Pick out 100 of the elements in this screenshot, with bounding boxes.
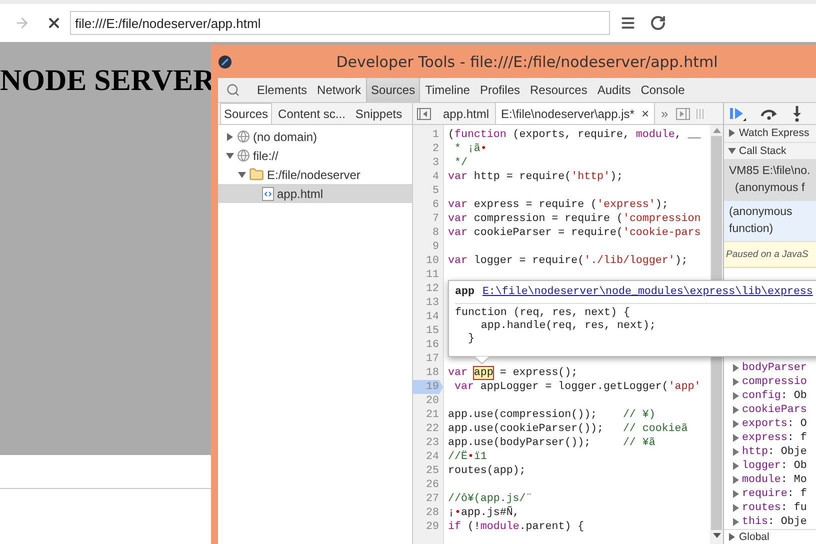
line-number: 5 bbox=[432, 184, 440, 198]
reload-icon[interactable] bbox=[650, 15, 666, 31]
line-number: 26 bbox=[425, 478, 440, 492]
line-number: 4 bbox=[432, 170, 440, 184]
line-number: 24 bbox=[425, 450, 440, 464]
drag-handle-icon[interactable] bbox=[696, 108, 704, 120]
line-number: 17 bbox=[425, 352, 440, 366]
line-number: 10 bbox=[425, 254, 440, 268]
section-header[interactable]: Global bbox=[724, 529, 816, 544]
navigator-tab[interactable]: Sources bbox=[220, 103, 272, 124]
globe-icon bbox=[237, 149, 250, 162]
navigator-tab[interactable]: Content sc... bbox=[274, 103, 350, 124]
tree-item[interactable]: (no domain) bbox=[218, 127, 412, 146]
line-number: 1 bbox=[432, 128, 440, 142]
scroll-up-icon[interactable] bbox=[712, 128, 720, 133]
code-line: var compression = require ('compression bbox=[448, 213, 701, 225]
disclosure-triangle-icon[interactable] bbox=[226, 132, 234, 140]
disclosure-triangle-icon[interactable] bbox=[728, 146, 736, 155]
code-line: ¡•app.js#Ñ, bbox=[448, 507, 520, 519]
line-number: 18 bbox=[425, 366, 440, 380]
line-number: 2 bbox=[432, 142, 440, 156]
line-number: 13 bbox=[425, 296, 440, 310]
tooltip-code-line: } bbox=[466, 333, 476, 346]
toggle-debugger-icon[interactable] bbox=[676, 108, 690, 120]
line-number: 27 bbox=[425, 492, 440, 506]
line-number: 14 bbox=[425, 310, 440, 324]
panel-tab[interactable]: Timeline bbox=[420, 78, 475, 102]
line-number: 22 bbox=[425, 422, 440, 436]
line-number: 23 bbox=[425, 436, 440, 450]
scope-variable[interactable]: compressio bbox=[724, 375, 816, 389]
panel-tab[interactable]: Audits bbox=[592, 78, 636, 102]
disclosure-triangle-icon[interactable] bbox=[728, 129, 736, 138]
more-tabs-button[interactable]: » bbox=[661, 106, 668, 121]
scope-variable[interactable]: exports: O bbox=[724, 417, 816, 431]
scope-variable[interactable]: bodyParser bbox=[724, 361, 816, 375]
section-header[interactable]: Watch Express bbox=[724, 125, 816, 142]
call-stack-frame[interactable]: VM85 E:\file\no. (anonymous f bbox=[724, 160, 816, 201]
code-line: //Ë•ï1 bbox=[448, 451, 487, 463]
resume-icon[interactable] bbox=[730, 106, 746, 120]
scope-variable[interactable]: routes: fu bbox=[724, 501, 816, 515]
disclosure-triangle-icon[interactable] bbox=[238, 170, 246, 178]
line-number: 28 bbox=[425, 506, 440, 520]
close-tab-icon[interactable]: × bbox=[641, 106, 650, 121]
disclosure-triangle-icon[interactable] bbox=[728, 533, 736, 541]
disclosure-triangle-icon[interactable] bbox=[226, 152, 234, 160]
globe-icon bbox=[237, 130, 250, 143]
code-line: var http = require('http'); bbox=[448, 171, 623, 183]
stop-icon[interactable] bbox=[46, 15, 62, 31]
code-line: app.use(bodyParser()); // ¥ã bbox=[448, 437, 656, 449]
scope-variable[interactable]: express: f bbox=[724, 431, 816, 445]
file-link[interactable]: E:\file\nodeserver\node_modules\express\lib\express bbox=[482, 286, 813, 298]
panel-tab[interactable]: Sources bbox=[366, 78, 420, 102]
line-number: 19 bbox=[413, 380, 443, 394]
panel-tab[interactable]: Console bbox=[636, 78, 690, 102]
line-number: 21 bbox=[425, 408, 440, 422]
section-header[interactable]: Call Stack bbox=[724, 142, 816, 160]
code-line: app.use(compression()); // ¥) bbox=[448, 409, 656, 421]
scope-variable[interactable]: this: Obje bbox=[724, 515, 816, 529]
panel-tab[interactable]: Network bbox=[312, 78, 366, 102]
menu-icon[interactable] bbox=[620, 15, 636, 31]
step-over-icon[interactable] bbox=[760, 108, 778, 120]
line-number: 11 bbox=[425, 268, 440, 282]
editor-tab[interactable]: E:\file\nodeserver\app.js* × bbox=[495, 103, 656, 124]
line-number: 20 bbox=[425, 394, 440, 408]
tree-item[interactable]: E:/file/nodeserver bbox=[218, 165, 412, 184]
step-into-icon[interactable] bbox=[792, 106, 802, 122]
code-line: var logger = require('./lib/logger'); bbox=[448, 255, 688, 267]
call-stack-frame[interactable]: (anonymous function) bbox=[724, 201, 816, 242]
line-number: 6 bbox=[432, 198, 440, 212]
line-number: 15 bbox=[425, 324, 440, 338]
scope-variable[interactable]: require: f bbox=[724, 487, 816, 501]
toggle-navigator-icon[interactable] bbox=[417, 108, 431, 120]
code-line: var app = express(); bbox=[448, 367, 578, 379]
search-icon[interactable] bbox=[226, 83, 240, 97]
scope-variable[interactable]: cookiePars bbox=[724, 403, 816, 417]
panel-tab[interactable]: Profiles bbox=[474, 78, 525, 102]
code-line: */ bbox=[453, 157, 468, 169]
scroll-down-icon[interactable] bbox=[712, 533, 720, 538]
tree-item[interactable]: file:// bbox=[218, 146, 412, 165]
tooltip-code-line: app.handle(req, res, next); bbox=[480, 320, 657, 333]
address-field[interactable]: file:///E:/file/nodeserver/app.html bbox=[70, 11, 610, 35]
scope-variable[interactable]: http: Obje bbox=[724, 445, 816, 459]
line-number: 8 bbox=[432, 226, 440, 240]
panel-tab[interactable]: Resources bbox=[525, 78, 592, 102]
scope-variable[interactable]: module: Mo bbox=[724, 473, 816, 487]
window-title: Developer Tools - file:///E:/file/nodeserver/app.html bbox=[335, 52, 719, 70]
tree-item[interactable]: app.html bbox=[218, 184, 412, 203]
navigator-tab[interactable]: Snippets bbox=[351, 103, 406, 124]
scope-variable[interactable]: logger: Ob bbox=[724, 459, 816, 473]
devtools-logo-icon bbox=[218, 54, 232, 68]
line-number: 3 bbox=[432, 156, 440, 170]
line-number: 16 bbox=[425, 338, 440, 352]
editor-tab[interactable]: app.html bbox=[437, 103, 496, 124]
code-line: var express = require ('express'); bbox=[448, 199, 668, 211]
code-line: if (!module.parent) { bbox=[448, 521, 584, 533]
scope-variable[interactable]: config: Ob bbox=[724, 389, 816, 403]
tooltip-code-line: function (req, res, next) { bbox=[455, 307, 631, 320]
panel-tab[interactable]: Elements bbox=[252, 78, 312, 102]
code-line: * ¡ã• bbox=[453, 143, 487, 155]
code-line: var cookieParser = require('cookie-pars bbox=[448, 227, 701, 239]
